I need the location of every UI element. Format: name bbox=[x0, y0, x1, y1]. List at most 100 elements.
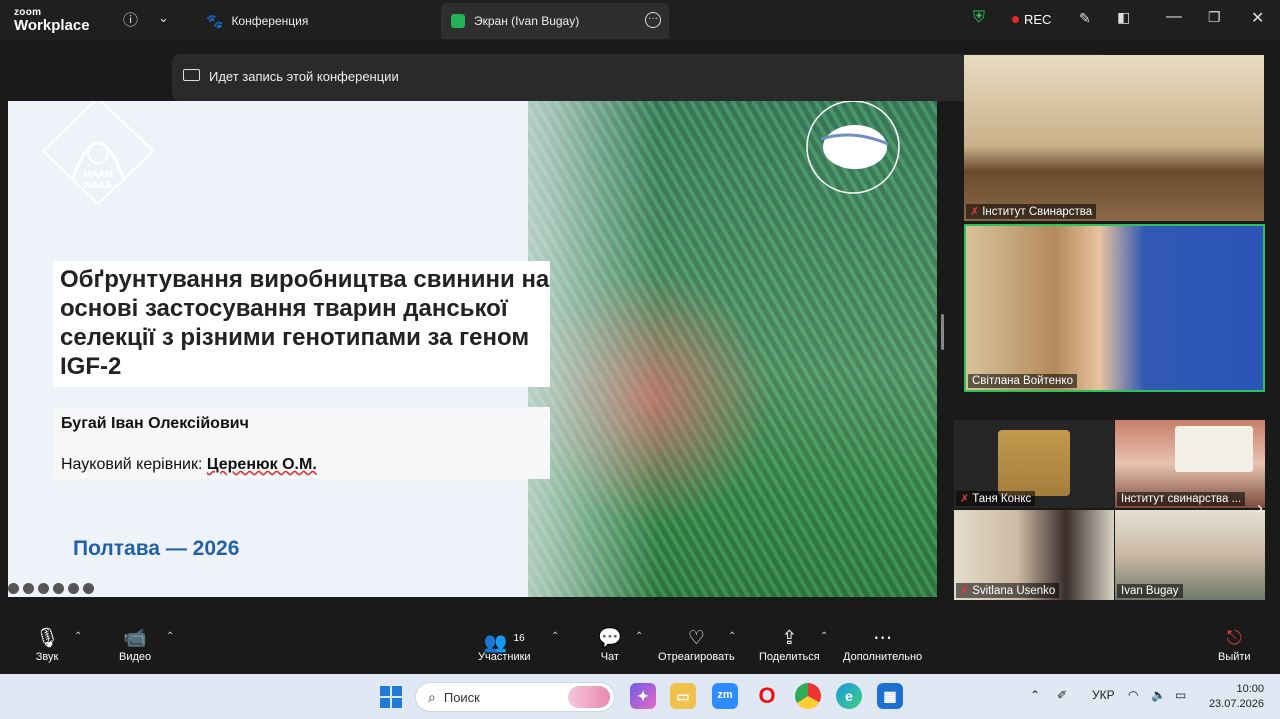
chat-caret-icon[interactable]: ⌃ bbox=[635, 631, 643, 642]
slide-author: Бугай Іван Олексійович bbox=[61, 415, 249, 432]
video-tile[interactable]: ✗ Інститут Свинарства bbox=[964, 55, 1264, 221]
app-icon[interactable]: ▦ bbox=[877, 683, 903, 709]
tab-conference-label: Конференция bbox=[231, 14, 309, 28]
file-explorer-icon[interactable]: ▭ bbox=[670, 683, 696, 709]
participants-label: Участники bbox=[478, 651, 531, 663]
slide-city-year: Полтава — 2026 bbox=[73, 537, 240, 560]
next-slide-icon[interactable] bbox=[83, 583, 94, 594]
recording-notice-text: Идет запись этой конференции bbox=[209, 69, 399, 84]
search-highlight-icon bbox=[568, 686, 610, 708]
search-icon: ⌕ bbox=[428, 688, 436, 705]
mic-muted-icon: ✗ bbox=[970, 206, 980, 218]
participant-name-tag: ✗ Інститут Свинарства bbox=[966, 204, 1097, 219]
participant-name-tag: Ivan Bugay bbox=[1117, 584, 1183, 598]
video-off-icon: 📹 bbox=[123, 628, 147, 649]
battery-icon[interactable]: ▭ bbox=[1175, 688, 1186, 702]
next-page-icon[interactable]: › bbox=[1257, 498, 1263, 519]
participant-name-tag: ✗ Таня Конкс bbox=[956, 491, 1036, 506]
chat-button[interactable]: 💬 Чат bbox=[598, 627, 622, 663]
pen-icon[interactable] bbox=[23, 583, 34, 594]
logo-text-naan: НААН bbox=[84, 170, 113, 180]
captions-icon[interactable] bbox=[53, 583, 64, 594]
supervisor-label: Науковий керівник: bbox=[61, 456, 203, 473]
close-icon[interactable]: ✕ bbox=[1251, 8, 1264, 28]
audio-button[interactable]: 🎙 Звук bbox=[35, 627, 59, 663]
participant-name: Svitlana Usenko bbox=[972, 584, 1056, 597]
video-tile[interactable]: Інститут свинарства ... bbox=[1115, 420, 1265, 508]
prev-slide-icon[interactable] bbox=[8, 583, 19, 594]
logo-text-naas: NAAS bbox=[84, 181, 112, 191]
tab-screen-share[interactable]: Экран (Ivan Bugay) ··· bbox=[441, 3, 669, 39]
chrome-icon[interactable] bbox=[795, 683, 821, 709]
slides-grid-icon[interactable] bbox=[38, 583, 49, 594]
share-caret-icon[interactable]: ⌃ bbox=[820, 631, 828, 642]
video-tile[interactable]: ✗ Таня Конкс bbox=[954, 420, 1114, 508]
rec-label: REC bbox=[1024, 12, 1052, 27]
layout-icon[interactable]: ◧ bbox=[1117, 9, 1130, 26]
tab-conference[interactable]: 🐾 Конференция bbox=[196, 3, 426, 39]
edge-icon[interactable]: e bbox=[836, 683, 862, 709]
leave-icon: ⎋ bbox=[1226, 628, 1242, 649]
pen-tray-icon[interactable]: ✐ bbox=[1057, 688, 1067, 702]
participant-name: Світлана Войтенко bbox=[972, 375, 1073, 387]
audio-caret-icon[interactable]: ⌃ bbox=[74, 631, 82, 642]
slide-more-icon[interactable] bbox=[68, 583, 79, 594]
minimize-icon[interactable]: — bbox=[1166, 8, 1182, 26]
naas-logo: НААН NAAS bbox=[41, 101, 155, 206]
restore-icon[interactable]: ❐ bbox=[1208, 9, 1221, 26]
participant-name: Ivan Bugay bbox=[1121, 585, 1179, 597]
video-tile[interactable]: ✗ Svitlana Usenko bbox=[954, 510, 1114, 600]
opera-icon[interactable]: O bbox=[754, 683, 780, 709]
zoom-app-icon[interactable]: zm bbox=[712, 683, 738, 709]
language-indicator[interactable]: УКР bbox=[1092, 688, 1115, 702]
clock-date: 23.07.2026 bbox=[1208, 698, 1264, 710]
volume-icon[interactable]: 🔈 bbox=[1151, 688, 1166, 702]
participants-icon: 👥 16 bbox=[483, 632, 525, 654]
react-caret-icon[interactable]: ⌃ bbox=[728, 631, 736, 642]
mic-muted-icon: ✗ bbox=[960, 493, 970, 505]
react-button[interactable]: ♡ Отреагировать bbox=[658, 627, 735, 663]
shield-check-icon[interactable]: ⛨ bbox=[973, 9, 985, 27]
shared-screen: НААН NAAS Обґрунтування виробництва свин… bbox=[8, 101, 937, 597]
slide-title: Обґрунтування виробництва свинини на осн… bbox=[60, 266, 550, 380]
tray-chevron-icon[interactable]: ⌃ bbox=[1030, 688, 1040, 702]
video-tile[interactable]: Ivan Bugay bbox=[1115, 510, 1265, 600]
paw-icon: 🐾 bbox=[206, 12, 224, 29]
participant-name-tag: Світлана Войтенко bbox=[968, 374, 1077, 388]
supervisor-name: Церенюк О.М. bbox=[206, 456, 317, 473]
participants-caret-icon[interactable]: ⌃ bbox=[551, 631, 559, 642]
copilot-icon[interactable]: ✦ bbox=[630, 683, 656, 709]
leave-label: Выйти bbox=[1218, 651, 1251, 663]
share-button[interactable]: ⇪ Поделиться bbox=[759, 627, 820, 663]
info-icon[interactable]: ⓘ bbox=[123, 9, 138, 30]
annotate-icon[interactable]: ✎ bbox=[1079, 10, 1091, 27]
video-button[interactable]: 📹 Видео bbox=[119, 627, 151, 663]
splitter-handle[interactable] bbox=[941, 314, 944, 350]
slide-title-box: Обґрунтування виробництва свинини на осн… bbox=[53, 261, 550, 387]
share-screen-icon: ⇪ bbox=[781, 628, 798, 649]
participant-video bbox=[998, 430, 1070, 496]
video-caret-icon[interactable]: ⌃ bbox=[166, 631, 174, 642]
participants-count: 16 bbox=[513, 633, 525, 644]
more-button[interactable]: ⋯ Дополнительно bbox=[843, 627, 922, 663]
institute-circle-logo bbox=[806, 101, 900, 194]
chevron-down-icon[interactable]: ⌄ bbox=[158, 10, 169, 26]
wifi-icon[interactable]: ◠ bbox=[1128, 688, 1138, 702]
more-icon: ⋯ bbox=[873, 628, 893, 649]
title-bar: zoom Workplace ⓘ ⌄ 🐾 Конференция Экран (… bbox=[0, 0, 1280, 41]
share-label: Поделиться bbox=[759, 651, 820, 663]
leave-button[interactable]: ⎋ Выйти bbox=[1218, 627, 1251, 663]
camera-icon bbox=[183, 69, 200, 81]
video-tile-active-speaker[interactable]: Світлана Войтенко bbox=[964, 224, 1265, 392]
system-clock[interactable]: 10:00 23.07.2026 bbox=[1209, 682, 1264, 712]
participant-name: Інститут Свинарства bbox=[982, 205, 1093, 218]
slide-author-box: Бугай Іван Олексійович Науковий керівник… bbox=[53, 407, 550, 479]
recording-indicator[interactable]: REC bbox=[1012, 12, 1051, 27]
projector-screen bbox=[1175, 426, 1253, 472]
more-options-icon[interactable]: ··· bbox=[645, 12, 661, 28]
taskbar-search[interactable]: ⌕ Поиск bbox=[415, 682, 615, 712]
participants-button[interactable]: 👥 16 Участники bbox=[478, 627, 531, 663]
windows-start-icon[interactable] bbox=[380, 686, 402, 708]
video-label: Видео bbox=[119, 651, 152, 663]
slide-controls bbox=[8, 583, 94, 594]
